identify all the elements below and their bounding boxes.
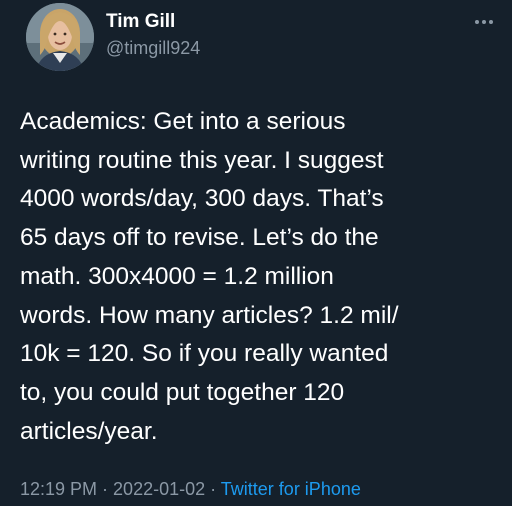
meta-separator: · bbox=[205, 479, 221, 499]
tweet-card: Tim Gill @timgill924 Academics: Get into… bbox=[0, 0, 512, 506]
more-options-icon[interactable] bbox=[466, 4, 502, 40]
user-photo-avatar-icon bbox=[26, 3, 94, 71]
author-handle[interactable]: @timgill924 bbox=[106, 38, 200, 59]
meta-separator: · bbox=[97, 479, 114, 499]
tweet-date[interactable]: 2022-01-02 bbox=[113, 479, 205, 499]
author-name[interactable]: Tim Gill bbox=[106, 11, 175, 33]
tweet-text-line: math. 300x4000 = 1.2 million bbox=[20, 262, 334, 290]
tweet-text-line: articles/year. bbox=[20, 417, 158, 445]
tweet-time[interactable]: 12:19 PM bbox=[20, 479, 97, 499]
tweet-text-line: Academics: Get into a serious bbox=[20, 108, 346, 135]
tweet-source-link[interactable]: Twitter for iPhone bbox=[221, 479, 361, 499]
tweet-text: Academics: Get into a serious writing ro… bbox=[20, 103, 500, 451]
tweet-text-line: 10k = 120. So if you really wanted bbox=[20, 340, 389, 368]
avatar[interactable] bbox=[26, 3, 94, 71]
tweet-text-line: words. How many articles? 1.2 mil/ bbox=[20, 301, 399, 329]
tweet-text-line: to, you could put together 120 bbox=[20, 378, 345, 406]
tweet-text-line: 4000 words/day, 300 days. That’s bbox=[20, 185, 384, 213]
tweet-text-line: writing routine this year. I suggest bbox=[20, 146, 384, 174]
tweet-meta: 12:19 PM · 2022-01-02 · Twitter for iPho… bbox=[20, 479, 361, 500]
tweet-text-line: 65 days off to revise. Let’s do the bbox=[20, 224, 379, 252]
